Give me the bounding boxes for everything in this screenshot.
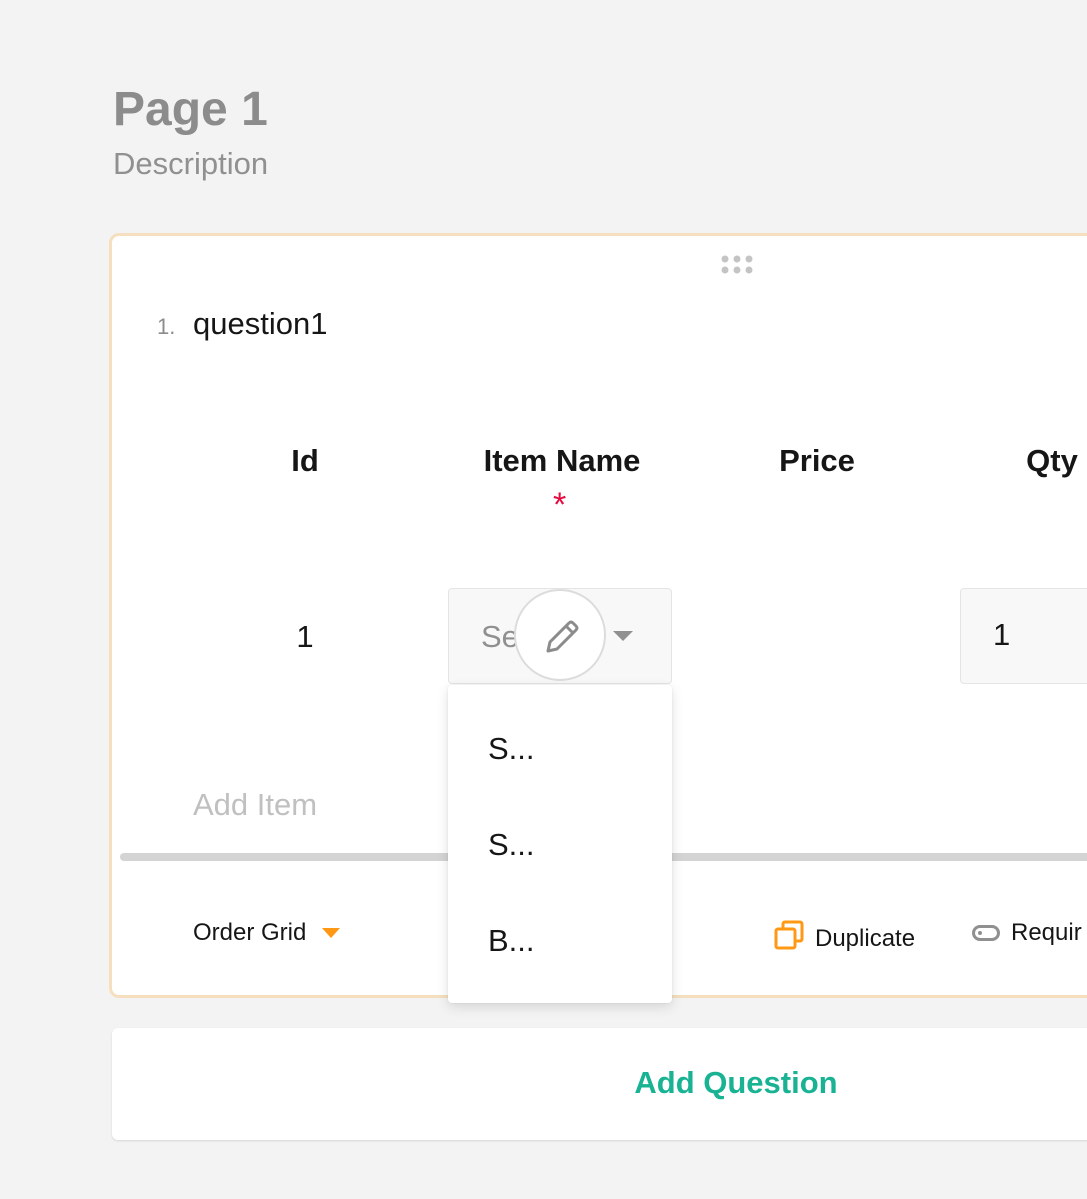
row-id-value: 1 bbox=[296, 619, 314, 654]
question-type-label: Order Grid bbox=[193, 919, 307, 946]
column-header-qty[interactable]: Qty bbox=[1012, 443, 1087, 479]
column-header-item-name[interactable]: Item Name bbox=[449, 443, 675, 479]
add-question-label: Add Question bbox=[634, 1065, 838, 1100]
edit-button[interactable] bbox=[514, 589, 606, 681]
column-header-price[interactable]: Price bbox=[732, 443, 902, 479]
duplicate-label: Duplicate bbox=[815, 924, 916, 952]
caret-down-icon bbox=[322, 928, 341, 938]
page-description[interactable]: Description bbox=[113, 144, 268, 184]
chevron-down-icon bbox=[613, 631, 633, 641]
question-number: 1. bbox=[157, 314, 176, 339]
required-toggle[interactable]: Requir bbox=[972, 919, 1082, 947]
toggle-icon bbox=[972, 925, 1000, 941]
duplicate-button[interactable]: Duplicate bbox=[773, 919, 915, 958]
duplicate-icon bbox=[773, 919, 815, 958]
question-title[interactable]: question1 bbox=[193, 306, 327, 342]
item-name-dropdown-list: S... S... B... bbox=[448, 685, 672, 1003]
add-item-button[interactable]: Add Item bbox=[193, 787, 317, 823]
question-type-dropdown[interactable]: Order Grid bbox=[193, 919, 341, 947]
dropdown-option[interactable]: S... bbox=[488, 827, 535, 863]
qty-input[interactable]: 1 bbox=[960, 588, 1087, 684]
column-header-id[interactable]: Id bbox=[262, 443, 348, 479]
add-question-button[interactable]: Add Question bbox=[112, 1028, 1087, 1140]
required-asterisk: * bbox=[553, 486, 567, 524]
drag-handle-icon[interactable] bbox=[720, 254, 756, 278]
dropdown-option[interactable]: B... bbox=[488, 923, 535, 959]
required-label: Requir bbox=[1011, 919, 1082, 946]
page-title[interactable]: Page 1 bbox=[113, 80, 268, 140]
dropdown-option[interactable]: S... bbox=[488, 731, 535, 767]
